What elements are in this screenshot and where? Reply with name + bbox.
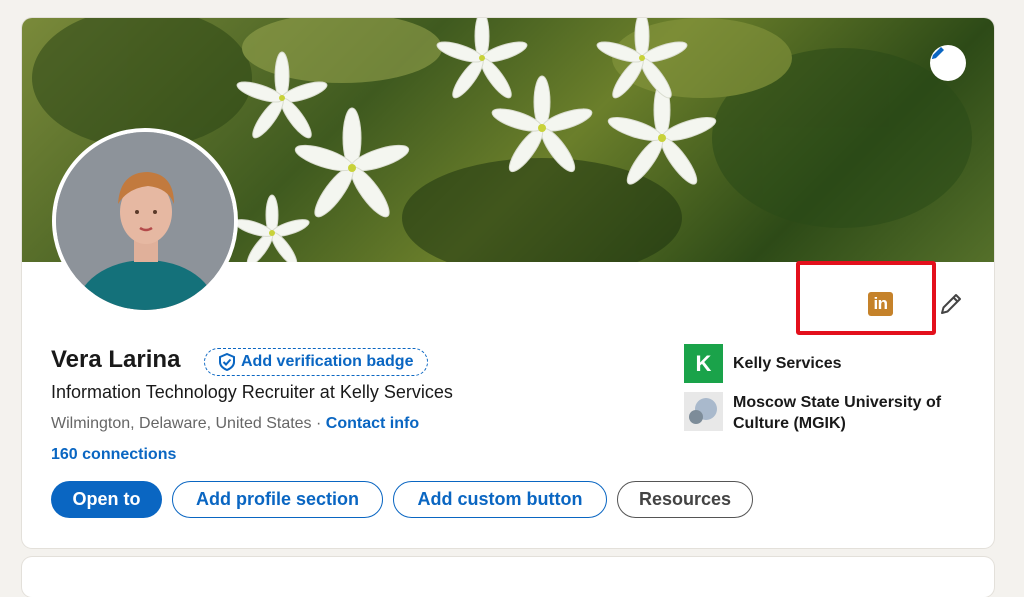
org-name: Moscow State University of Culture (MGIK… (733, 394, 942, 432)
linkedin-logo-icon: in (868, 292, 893, 316)
kelly-services-logo: K (684, 344, 723, 383)
profile-headline: Information Technology Recruiter at Kell… (51, 382, 453, 402)
university-logo (684, 392, 723, 431)
add-profile-section-button[interactable]: Add profile section (172, 481, 383, 518)
org-name: Kelly Services (733, 355, 842, 372)
verification-badge-label: Add verification badge (241, 353, 414, 370)
resources-button[interactable]: Resources (617, 481, 753, 518)
profile-name: Vera Larina (51, 346, 181, 373)
shield-check-icon (219, 353, 235, 371)
school-icon (684, 392, 723, 431)
next-section-card (22, 557, 994, 597)
edit-banner-button[interactable] (930, 45, 966, 81)
add-verification-badge-button[interactable]: Add verification badge (204, 348, 429, 376)
edit-intro-button[interactable] (938, 291, 964, 317)
profile-location-line: Wilmington, Delaware, United States · Co… (51, 415, 419, 433)
org-item-kelly-services[interactable]: K Kelly Services (684, 344, 963, 383)
separator-dot: · (311, 415, 326, 432)
profile-card: in Vera Larina Add verification badge In… (22, 18, 994, 548)
open-to-button[interactable]: Open to (51, 481, 162, 518)
org-item-msu-culture[interactable]: Moscow State University of Culture (MGIK… (684, 392, 963, 434)
contact-info-link[interactable]: Contact info (326, 415, 419, 432)
connections-link[interactable]: 160 connections (51, 446, 176, 464)
profile-photo[interactable] (52, 128, 238, 314)
add-custom-button[interactable]: Add custom button (393, 481, 607, 518)
pencil-icon (941, 294, 961, 314)
highlight-box (796, 261, 936, 335)
profile-photo-image (56, 132, 234, 310)
profile-location: Wilmington, Delaware, United States (51, 415, 312, 432)
pencil-icon (932, 47, 944, 59)
